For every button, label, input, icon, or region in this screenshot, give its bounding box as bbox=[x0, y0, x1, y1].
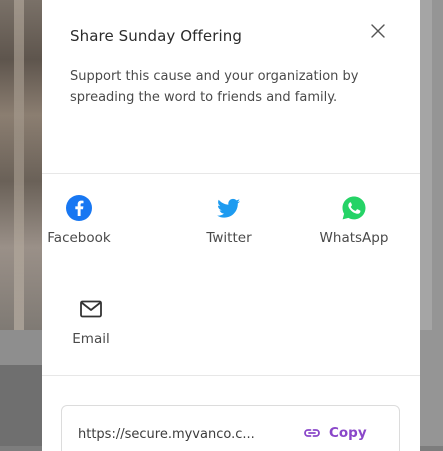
link-icon bbox=[304, 429, 320, 437]
facebook-icon bbox=[66, 195, 92, 221]
background-right-card bbox=[420, 0, 432, 330]
share-whatsapp-button[interactable]: WhatsApp bbox=[309, 194, 399, 246]
background-photo-detail bbox=[14, 0, 24, 330]
share-link-field[interactable]: https://secure.myvanco.c... Copy bbox=[61, 405, 400, 451]
close-icon bbox=[371, 24, 385, 38]
copy-label: Copy bbox=[329, 425, 367, 441]
copy-link-button[interactable]: Copy bbox=[302, 423, 367, 443]
share-twitter-button[interactable]: Twitter bbox=[184, 194, 274, 246]
whatsapp-icon bbox=[342, 196, 366, 220]
share-email-button[interactable]: Email bbox=[46, 295, 136, 347]
share-facebook-label: Facebook bbox=[47, 230, 111, 246]
close-button[interactable] bbox=[367, 20, 389, 42]
divider bbox=[42, 173, 420, 174]
mail-icon bbox=[80, 300, 102, 318]
share-twitter-label: Twitter bbox=[206, 230, 252, 246]
divider bbox=[42, 375, 420, 376]
share-whatsapp-label: WhatsApp bbox=[319, 230, 389, 246]
share-modal: Share Sunday Offering Support this cause… bbox=[42, 0, 420, 451]
background-card bbox=[0, 365, 42, 451]
twitter-icon bbox=[217, 198, 240, 218]
share-email-label: Email bbox=[72, 331, 110, 347]
share-link-url: https://secure.myvanco.c... bbox=[78, 427, 255, 442]
modal-description: Support this cause and your organization… bbox=[70, 69, 359, 105]
modal-title: Share Sunday Offering bbox=[70, 27, 243, 45]
share-facebook-button[interactable]: Facebook bbox=[42, 194, 124, 246]
